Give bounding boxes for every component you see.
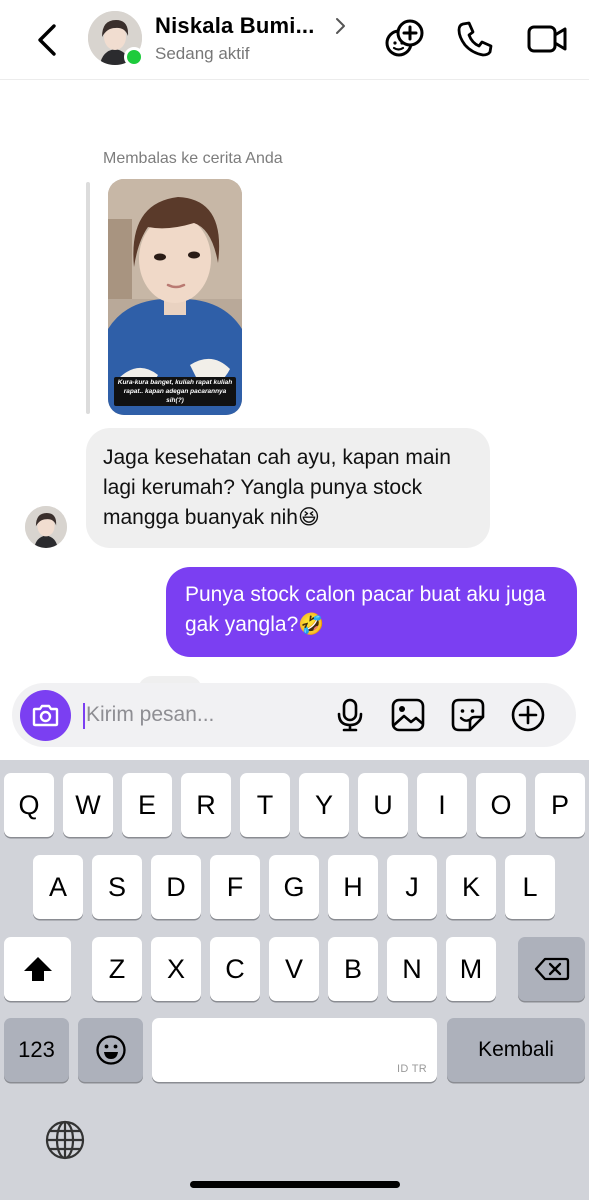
story-caption: Kura-kura banget, kuliah rapat kuliah ra… [114, 377, 236, 406]
backspace-icon [534, 957, 569, 981]
key-y[interactable]: Y [299, 773, 349, 837]
chevron-left-icon [38, 24, 56, 56]
emoji-icon [95, 1035, 126, 1065]
sticker-icon [451, 698, 485, 732]
numbers-key-label: 123 [18, 1037, 55, 1062]
key-n[interactable]: N [387, 937, 437, 1001]
key-q[interactable]: Q [4, 773, 54, 837]
message-input[interactable] [85, 700, 315, 730]
key-m[interactable]: M [446, 937, 496, 1001]
key-d[interactable]: D [151, 855, 201, 919]
reply-quote-bar [86, 182, 90, 414]
key-z[interactable]: Z [92, 937, 142, 1001]
microphone-icon [337, 698, 363, 732]
camera-button[interactable] [20, 690, 71, 741]
key-w[interactable]: W [63, 773, 113, 837]
key-f[interactable]: F [210, 855, 260, 919]
key-u[interactable]: U [358, 773, 408, 837]
voice-message-button[interactable] [332, 697, 368, 733]
return-key[interactable]: Kembali [447, 1018, 585, 1082]
key-t[interactable]: T [240, 773, 290, 837]
contact-name[interactable]: Niskala Bumi... [155, 13, 315, 39]
image-icon [391, 698, 425, 732]
globe-button[interactable] [44, 1119, 86, 1161]
online-indicator [124, 47, 144, 67]
camera-icon [32, 704, 59, 727]
home-indicator[interactable] [190, 1181, 400, 1188]
shift-icon [23, 957, 52, 981]
key-j[interactable]: J [387, 855, 437, 919]
key-l[interactable]: L [505, 855, 555, 919]
video-call-button[interactable] [526, 18, 568, 60]
key-r[interactable]: R [181, 773, 231, 837]
key-i[interactable]: I [417, 773, 467, 837]
video-camera-icon [527, 25, 567, 53]
key-o[interactable]: O [476, 773, 526, 837]
message-composer [12, 683, 576, 747]
incoming-message[interactable]: Jaga kesehatan cah ayu, kapan main lagi … [86, 428, 490, 548]
key-g[interactable]: G [269, 855, 319, 919]
chevron-right-icon[interactable] [334, 16, 348, 36]
space-key[interactable]: ID TR [152, 1018, 437, 1082]
key-p[interactable]: P [535, 773, 585, 837]
key-v[interactable]: V [269, 937, 319, 1001]
add-person-button[interactable] [383, 18, 425, 60]
return-key-label: Kembali [478, 1038, 554, 1061]
more-options-button[interactable] [510, 697, 546, 733]
plus-circle-icon [511, 698, 545, 732]
reply-label: Membalas ke cerita Anda [103, 150, 283, 167]
key-b[interactable]: B [328, 937, 378, 1001]
chat-header: Niskala Bumi... Sedang aktif [0, 0, 589, 80]
delete-key[interactable] [518, 937, 585, 1001]
back-button[interactable] [30, 20, 66, 60]
key-s[interactable]: S [92, 855, 142, 919]
globe-icon [45, 1120, 85, 1160]
key-e[interactable]: E [122, 773, 172, 837]
contact-status: Sedang aktif [155, 44, 250, 63]
add-person-icon [385, 19, 424, 57]
outgoing-message[interactable]: Punya stock calon pacar buat aku juga ga… [166, 567, 577, 657]
key-h[interactable]: H [328, 855, 378, 919]
space-key-hint: ID TR [396, 1063, 427, 1075]
gallery-button[interactable] [390, 697, 426, 733]
phone-icon [457, 21, 493, 57]
shift-key[interactable] [4, 937, 71, 1001]
key-c[interactable]: C [210, 937, 260, 1001]
key-k[interactable]: K [446, 855, 496, 919]
key-x[interactable]: X [151, 937, 201, 1001]
key-a[interactable]: A [33, 855, 83, 919]
story-thumbnail[interactable]: Kura-kura banget, kuliah rapat kuliah ra… [108, 179, 242, 415]
sticker-button[interactable] [450, 697, 486, 733]
emoji-key[interactable] [78, 1018, 143, 1082]
call-button[interactable] [454, 18, 496, 60]
sender-avatar[interactable] [25, 506, 67, 548]
numbers-key[interactable]: 123 [4, 1018, 69, 1082]
